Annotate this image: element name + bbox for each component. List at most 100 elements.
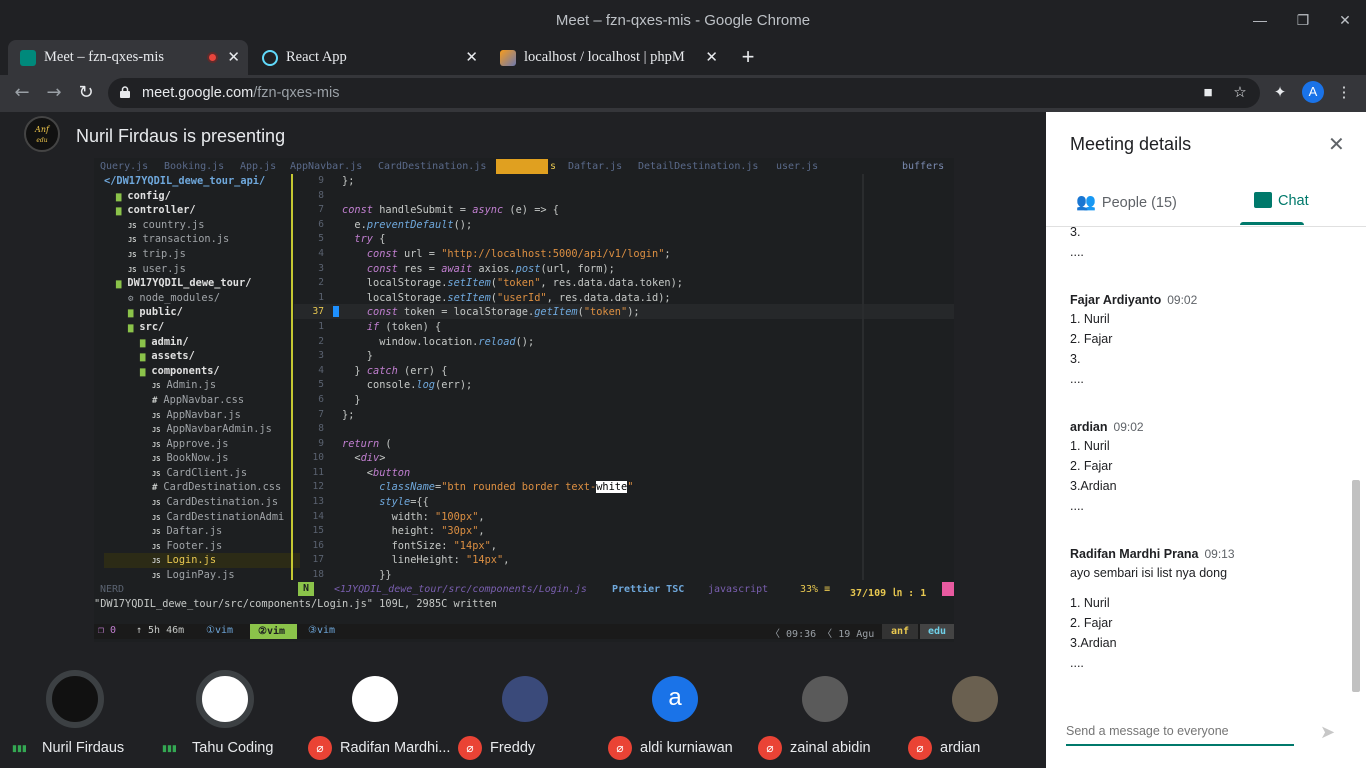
participant-name: zainal abidin [790, 740, 871, 756]
js-icon: JS [152, 542, 161, 551]
forward-icon[interactable]: → [42, 81, 66, 105]
chat-message-line: 3. [1070, 352, 1081, 366]
tmux-window-2[interactable]: ②vim [250, 624, 298, 639]
tree-item[interactable]: JS AppNavbarAdmin.js [104, 422, 300, 437]
vim-buffer-tab[interactable]: Daftar.js [568, 161, 622, 172]
vim-buffer-tab[interactable]: s [550, 161, 556, 172]
tree-item[interactable]: JS Approve.js [104, 437, 300, 452]
tree-item[interactable]: JS country.js [104, 218, 300, 233]
vim-message: "DW17YQDIL_dewe_tour/src/components/Logi… [94, 598, 497, 610]
status-file: <1JYQDIL_dewe_tour/src/components/Login.… [334, 584, 587, 595]
vim-buffer-tab[interactable]: Query.js [100, 161, 148, 172]
tree-item-label: assets/ [151, 350, 195, 363]
line-number: 37 [312, 306, 324, 318]
tab-meet[interactable]: Meet – fzn-qxes-mis ✕ [8, 40, 248, 75]
tree-item[interactable]: ▆ admin/ [104, 335, 300, 350]
svg-text:edu: edu [36, 137, 47, 144]
chat-message-line: 1. Nuril [1070, 596, 1110, 610]
tree-item[interactable]: ▆ assets/ [104, 349, 300, 364]
tree-item[interactable]: JS CardDestinationAdmi [104, 510, 300, 525]
chat-input[interactable] [1066, 718, 1294, 744]
address-bar[interactable]: meet.google.com/fzn-qxes-mis [108, 78, 1260, 108]
vim-buffer-tab[interactable]: AppNavbar.js [290, 161, 362, 172]
restore-icon[interactable]: ❐ [1288, 8, 1318, 32]
tab-people[interactable]: 👥 People (15) [1076, 192, 1177, 212]
tree-item[interactable]: JS trip.js [104, 247, 300, 262]
line-number: 3 [318, 262, 324, 274]
tree-item[interactable]: JS transaction.js [104, 232, 300, 247]
code-line: const handleSubmit = async (e) => { [342, 204, 559, 217]
reload-icon[interactable]: ↻ [74, 81, 98, 105]
menu-icon[interactable]: ⋮ [1334, 83, 1354, 103]
bookmark-star-icon[interactable]: ☆ [1230, 83, 1250, 103]
tree-item[interactable]: JS Admin.js [104, 378, 300, 393]
tree-item[interactable]: JS CardDestination.js [104, 495, 300, 510]
close-tab-icon[interactable]: ✕ [705, 40, 718, 75]
tree-item[interactable]: ▆ controller/ [104, 203, 300, 218]
participant-avatar [802, 676, 848, 722]
tree-item[interactable]: # CardDestination.css [104, 480, 300, 495]
close-panel-icon[interactable]: ✕ [1328, 132, 1345, 156]
tree-item[interactable]: </DW17YQDIL_dewe_tour_api/ [104, 174, 300, 189]
vim-buffer-tab[interactable]: user.js [776, 161, 818, 172]
js-icon: JS [152, 411, 161, 420]
minimize-icon[interactable]: — [1245, 8, 1275, 32]
tree-item[interactable]: ▆ components/ [104, 364, 300, 379]
tree-item[interactable]: JS Daftar.js [104, 524, 300, 539]
chat-message-line: 1. Nuril [1070, 439, 1110, 453]
meet-icon [20, 50, 36, 66]
code-line: const res = await axios.post(url, form); [366, 262, 615, 275]
tree-item[interactable]: ⚙ node_modules/ [104, 291, 300, 306]
tree-item[interactable]: ▆ DW17YQDIL_dewe_tour/ [104, 276, 300, 291]
line-number: 15 [312, 525, 324, 537]
chat-sender: Radifan Mardhi Prana [1070, 547, 1199, 561]
tab-label: Meet – fzn-qxes-mis [44, 49, 164, 65]
profile-avatar[interactable]: A [1302, 81, 1324, 103]
tree-item[interactable]: JS BookNow.js [104, 451, 300, 466]
vim-buffer-tab[interactable]: CardDestination.js [378, 161, 486, 172]
line-number: 12 [312, 481, 324, 493]
tree-item[interactable]: # AppNavbar.css [104, 393, 300, 408]
new-tab-button[interactable]: + [738, 45, 758, 69]
tmux-user: edu [920, 624, 954, 639]
tree-item[interactable]: JS Footer.js [104, 539, 300, 554]
code-line: height: "30px", [342, 525, 485, 538]
tab-react-app[interactable]: React App ✕ [250, 40, 486, 75]
vim-buffer-tab[interactable]: DetailDestination.js [638, 161, 758, 172]
camera-icon[interactable]: ■ [1198, 83, 1218, 103]
tree-item[interactable]: JS AppNavbar.js [104, 408, 300, 423]
chat-scrollbar[interactable] [1352, 480, 1360, 692]
tree-item[interactable]: JS CardClient.js [104, 466, 300, 481]
back-icon[interactable]: ← [10, 81, 34, 105]
code-line: console.log(err); [342, 379, 473, 392]
vim-buffer-tab[interactable]: Booking.js [164, 161, 224, 172]
js-icon: JS [128, 221, 137, 230]
tree-item-label: DW17YQDIL_dewe_tour/ [127, 277, 252, 290]
tree-item[interactable]: ▆ public/ [104, 305, 300, 320]
tree-item[interactable]: JS LoginPay.js [104, 568, 300, 583]
close-window-icon[interactable]: ✕ [1330, 8, 1360, 32]
tree-item[interactable]: ▆ config/ [104, 189, 300, 204]
tmux-window-3[interactable]: ③vim [308, 625, 335, 636]
tmux-window-1[interactable]: ①vim [206, 625, 233, 636]
line-number: 1 [318, 291, 324, 303]
line-number: 6 [318, 218, 324, 230]
extensions-icon[interactable]: ✦ [1270, 83, 1290, 103]
js-icon: JS [128, 250, 137, 259]
url-text: meet.google.com/fzn-qxes-mis [142, 85, 339, 101]
tab-phpmyadmin[interactable]: localhost / localhost | phpM ✕ [488, 40, 726, 75]
close-tab-icon[interactable]: ✕ [465, 40, 478, 75]
close-tab-icon[interactable]: ✕ [227, 40, 240, 75]
tab-chat[interactable]: Chat [1254, 192, 1309, 209]
split-separator [291, 174, 293, 580]
vim-buffer-tab[interactable]: App.js [240, 161, 276, 172]
tree-item[interactable]: JS user.js [104, 262, 300, 277]
line-number: 18 [312, 569, 324, 581]
line-number: 17 [312, 554, 324, 566]
tree-item[interactable]: ▆ src/ [104, 320, 300, 335]
line-number: 5 [318, 233, 324, 245]
tree-item[interactable]: JS Login.js [104, 553, 300, 569]
send-icon[interactable]: ➤ [1320, 722, 1335, 743]
chat-messages[interactable]: 3..... Fajar Ardiyanto 09:02 1. Nuril 2. Faj… [1046, 227, 1352, 697]
code-line: window.location.reload(); [342, 335, 535, 348]
